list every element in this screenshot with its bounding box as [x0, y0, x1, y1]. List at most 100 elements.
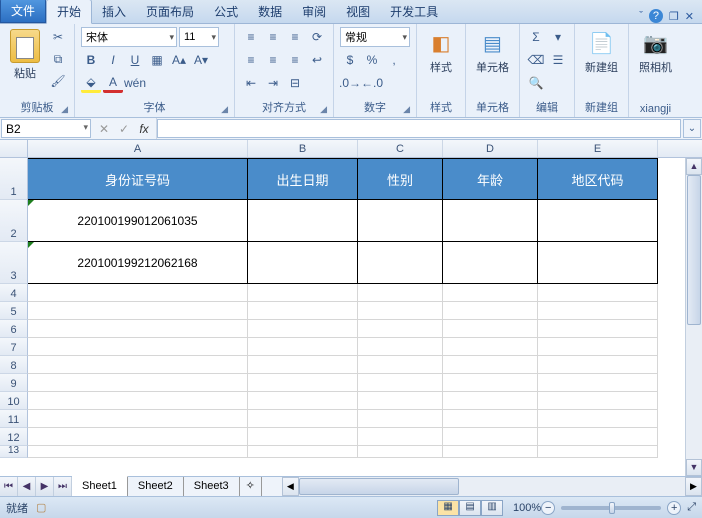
cell-C10[interactable] — [358, 392, 443, 410]
cell-D4[interactable] — [443, 284, 538, 302]
cell-E7[interactable] — [538, 338, 658, 356]
cell-B1[interactable]: 出生日期 — [248, 158, 358, 200]
font-launcher-icon[interactable]: ◢ — [221, 104, 228, 115]
vertical-scrollbar[interactable]: ▲ ▼ — [685, 158, 702, 476]
new-sheet-button[interactable]: ✧ — [240, 477, 262, 496]
row-header-7[interactable]: 7 — [0, 338, 28, 356]
align-bottom-button[interactable]: ≡ — [285, 27, 305, 47]
font-name-combo[interactable]: 宋体 — [81, 27, 177, 47]
cell-C2[interactable] — [358, 200, 443, 242]
cell-A4[interactable] — [28, 284, 248, 302]
cell-E5[interactable] — [538, 302, 658, 320]
alignment-launcher-icon[interactable]: ◢ — [320, 104, 327, 115]
cell-E1[interactable]: 地区代码 — [538, 158, 658, 200]
cell-B3[interactable] — [248, 242, 358, 284]
row-header-4[interactable]: 4 — [0, 284, 28, 302]
cell-D3[interactable] — [443, 242, 538, 284]
row-header-8[interactable]: 8 — [0, 356, 28, 374]
percent-format-button[interactable]: % — [362, 50, 382, 70]
cell-B11[interactable] — [248, 410, 358, 428]
cell-C8[interactable] — [358, 356, 443, 374]
page-break-view-button[interactable]: ▥ — [481, 500, 503, 516]
cell-A11[interactable] — [28, 410, 248, 428]
col-header-C[interactable]: C — [358, 140, 443, 157]
cell-B8[interactable] — [248, 356, 358, 374]
font-size-combo[interactable]: 11 — [179, 27, 219, 47]
scroll-left-button[interactable]: ◀ — [282, 477, 299, 496]
paste-button[interactable]: 粘贴 — [6, 27, 44, 83]
col-header-E[interactable]: E — [538, 140, 658, 157]
scroll-down-button[interactable]: ▼ — [686, 459, 702, 476]
cell-D2[interactable] — [443, 200, 538, 242]
cell-E4[interactable] — [538, 284, 658, 302]
row-header-12[interactable]: 12 — [0, 428, 28, 446]
cell-D9[interactable] — [443, 374, 538, 392]
decrease-indent-button[interactable]: ⇤ — [241, 73, 261, 93]
cancel-formula-icon[interactable]: ✕ — [96, 122, 112, 136]
minimize-ribbon-icon[interactable]: ˇ — [639, 10, 643, 22]
cells-button[interactable]: ▤ 单元格 — [472, 27, 513, 77]
find-select-button[interactable]: 🔍 — [526, 73, 546, 93]
cell-E11[interactable] — [538, 410, 658, 428]
cell-D8[interactable] — [443, 356, 538, 374]
cell-C3[interactable] — [358, 242, 443, 284]
copy-button[interactable]: ⧉ — [48, 49, 68, 69]
horizontal-scrollbar[interactable]: ◀ ▶ — [282, 477, 702, 496]
prev-sheet-button[interactable]: ◀ — [18, 477, 36, 496]
clipboard-launcher-icon[interactable]: ◢ — [61, 104, 68, 115]
cell-D10[interactable] — [443, 392, 538, 410]
tab-insert[interactable]: 插入 — [92, 0, 136, 23]
merge-center-button[interactable]: ⊟ — [285, 73, 305, 93]
number-launcher-icon[interactable]: ◢ — [403, 104, 410, 115]
window-close-icon[interactable]: ✕ — [685, 10, 694, 23]
help-icon[interactable]: ? — [649, 9, 663, 23]
cell-E13[interactable] — [538, 446, 658, 458]
cell-D12[interactable] — [443, 428, 538, 446]
align-middle-button[interactable]: ≡ — [263, 27, 283, 47]
cell-D11[interactable] — [443, 410, 538, 428]
insert-function-button[interactable]: fx — [136, 122, 152, 136]
cell-D7[interactable] — [443, 338, 538, 356]
accounting-format-button[interactable]: $ — [340, 50, 360, 70]
align-right-button[interactable]: ≡ — [285, 50, 305, 70]
cell-C6[interactable] — [358, 320, 443, 338]
cell-E2[interactable] — [538, 200, 658, 242]
cell-E10[interactable] — [538, 392, 658, 410]
enter-formula-icon[interactable]: ✓ — [116, 122, 132, 136]
zoom-level[interactable]: 100% — [513, 502, 541, 514]
sheet-tab-2[interactable]: Sheet2 — [128, 477, 184, 496]
cell-C7[interactable] — [358, 338, 443, 356]
normal-view-button[interactable]: ▦ — [437, 500, 459, 516]
cell-D13[interactable] — [443, 446, 538, 458]
select-all-corner[interactable] — [0, 140, 28, 157]
font-color-button[interactable]: A — [103, 73, 123, 93]
cell-A9[interactable] — [28, 374, 248, 392]
cut-button[interactable]: ✂ — [48, 27, 68, 47]
col-header-D[interactable]: D — [443, 140, 538, 157]
fill-color-button[interactable]: ⬙ — [81, 73, 101, 93]
cell-E3[interactable] — [538, 242, 658, 284]
scroll-up-button[interactable]: ▲ — [686, 158, 702, 175]
italic-button[interactable]: I — [103, 50, 123, 70]
tab-file[interactable]: 文件 — [0, 0, 46, 23]
cell-B12[interactable] — [248, 428, 358, 446]
row-header-9[interactable]: 9 — [0, 374, 28, 392]
new-group-button[interactable]: 📄 新建组 — [581, 27, 622, 77]
tab-review[interactable]: 审阅 — [292, 0, 336, 23]
zoom-in-button[interactable]: + — [667, 501, 681, 515]
cell-D6[interactable] — [443, 320, 538, 338]
fill-button[interactable]: ▾ — [548, 27, 568, 47]
orientation-button[interactable]: ⟳ — [307, 27, 327, 47]
align-left-button[interactable]: ≡ — [241, 50, 261, 70]
page-layout-view-button[interactable]: ▤ — [459, 500, 481, 516]
cell-A12[interactable] — [28, 428, 248, 446]
phonetic-button[interactable]: wén — [125, 73, 145, 93]
cell-A6[interactable] — [28, 320, 248, 338]
col-header-A[interactable]: A — [28, 140, 248, 157]
comma-format-button[interactable]: , — [384, 50, 404, 70]
tab-developer[interactable]: 开发工具 — [380, 0, 448, 23]
formula-input[interactable] — [157, 119, 681, 138]
vscroll-thumb[interactable] — [687, 175, 701, 325]
shrink-font-button[interactable]: A▾ — [191, 50, 211, 70]
tab-view[interactable]: 视图 — [336, 0, 380, 23]
